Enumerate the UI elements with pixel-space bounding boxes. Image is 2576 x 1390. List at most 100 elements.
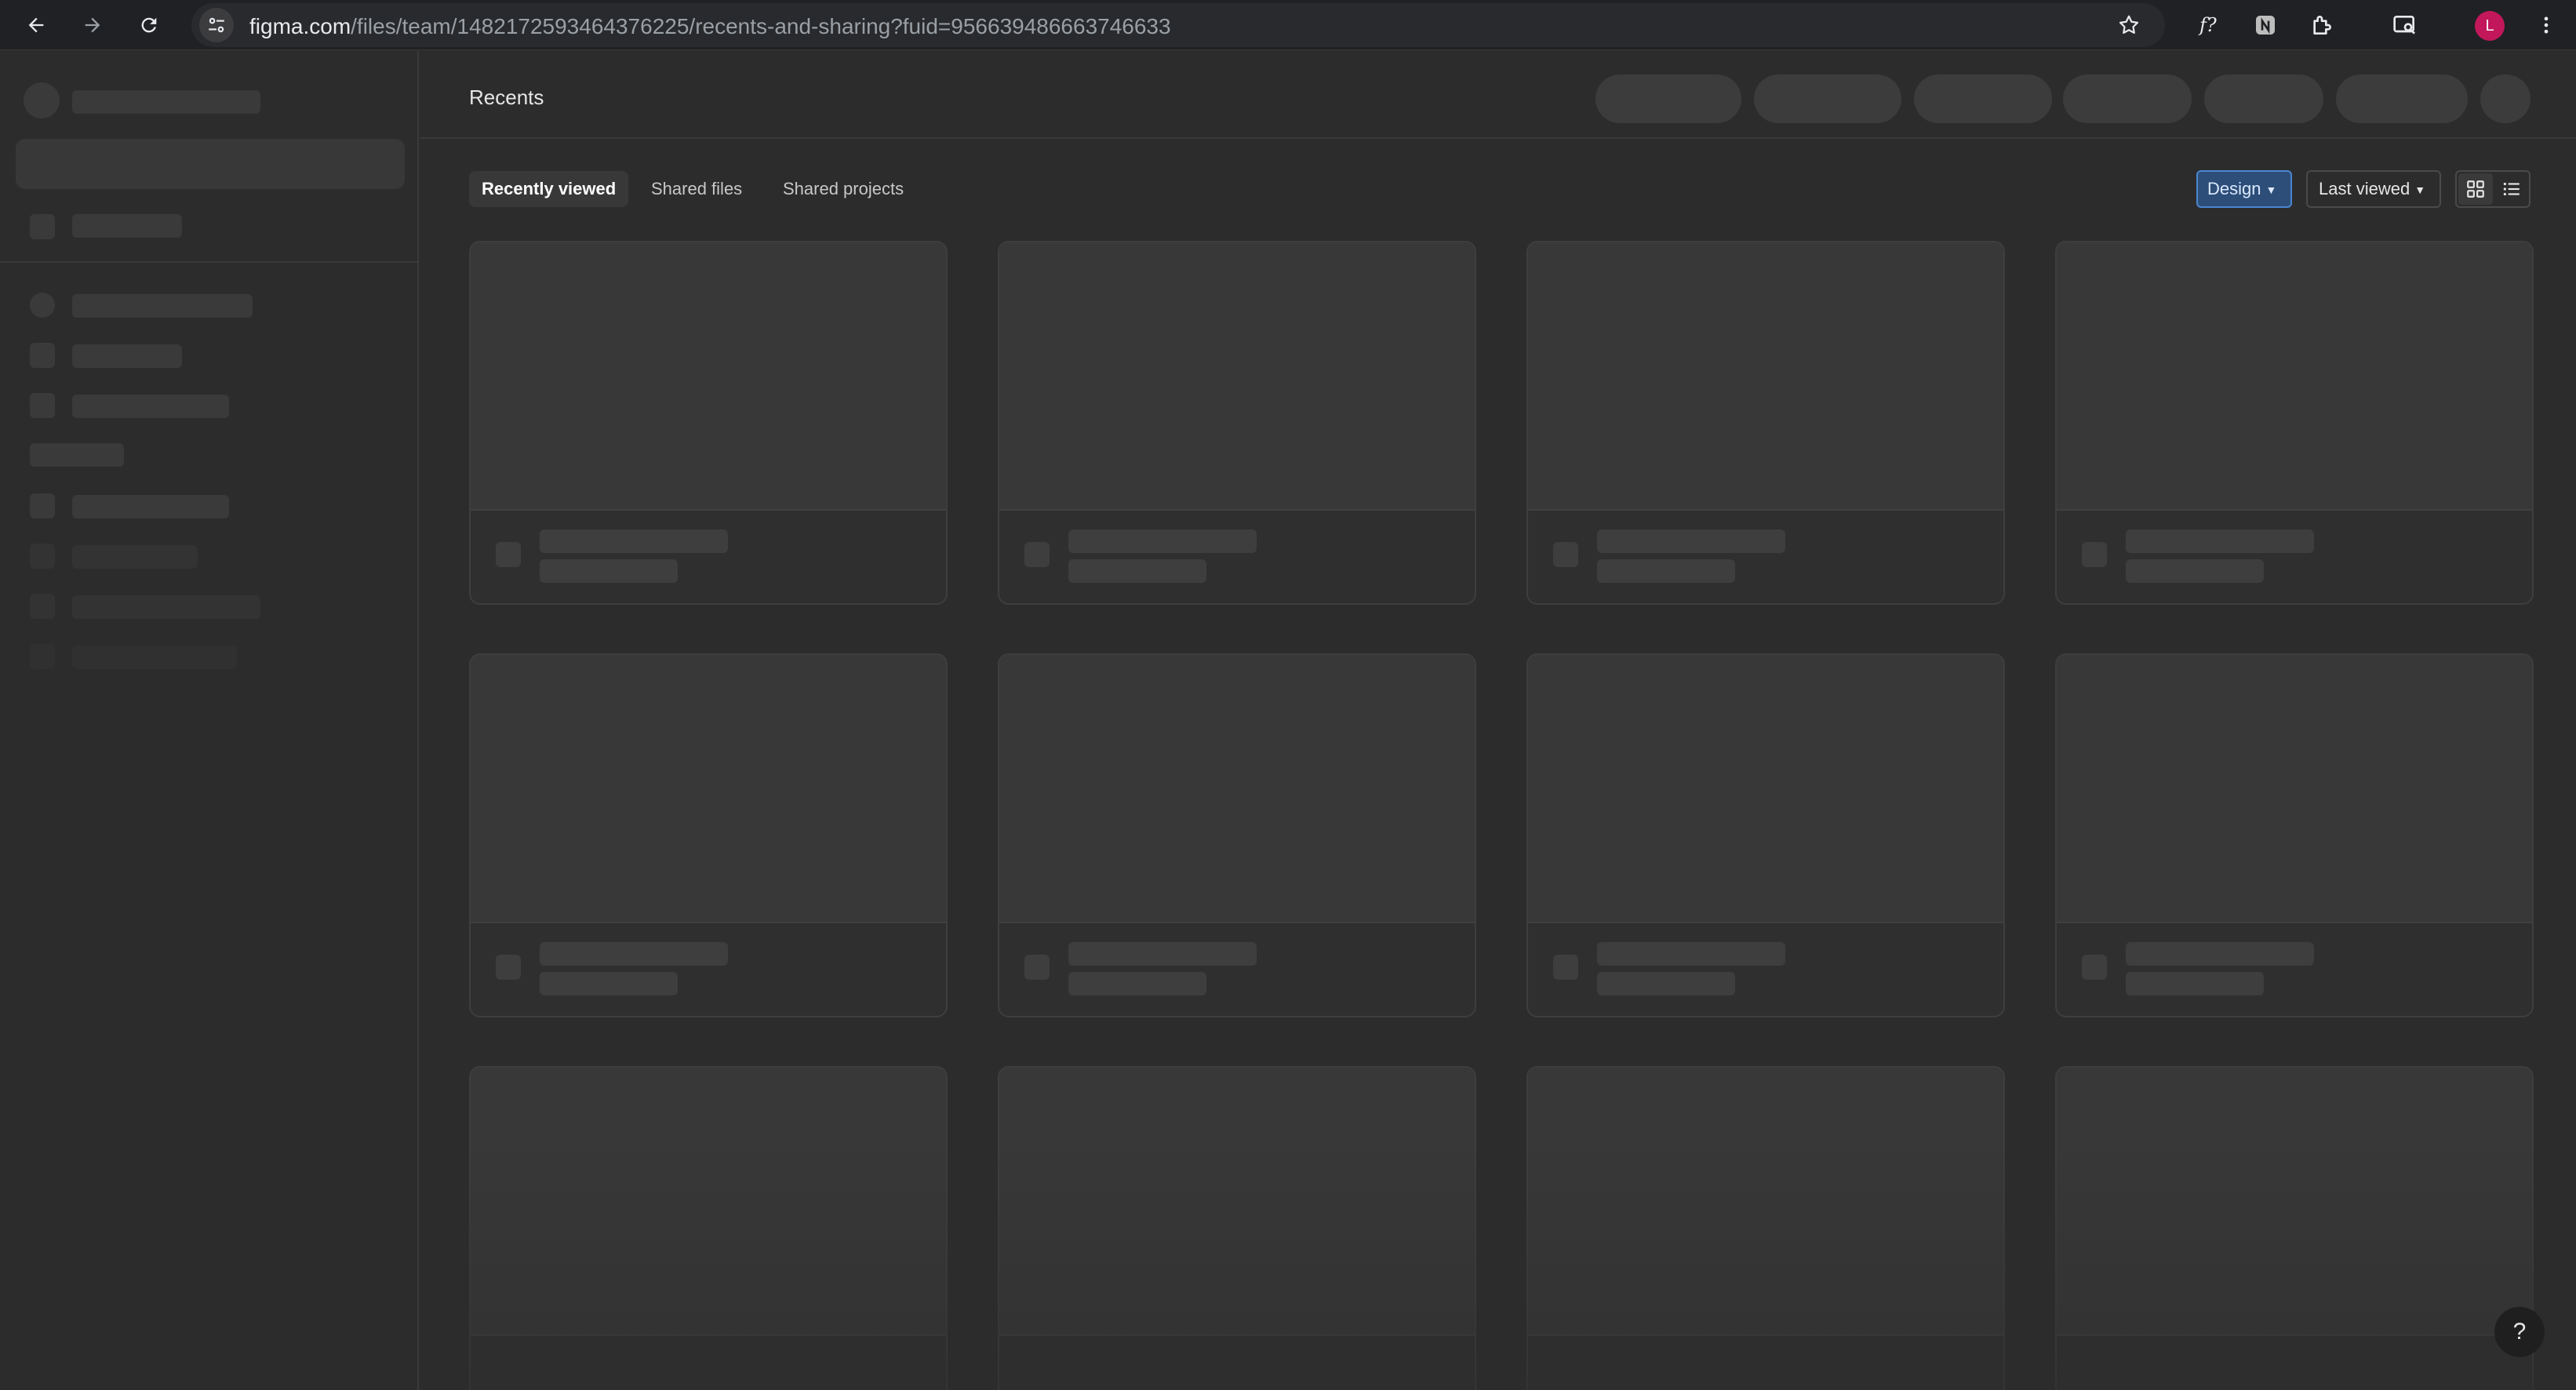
forward-arrow-icon[interactable] [75, 8, 110, 42]
grammar-extension-icon[interactable] [2248, 8, 2283, 42]
profile-avatar[interactable]: L [2475, 11, 2505, 41]
file-card-skeleton[interactable] [469, 653, 948, 1017]
card-thumbnail [2057, 1068, 2532, 1336]
tab-shared-projects[interactable]: Shared projects [770, 171, 916, 207]
browser-toolbar: figma.com/files/team/1482172593464376225… [0, 0, 2576, 50]
card-thumbnail [1528, 242, 2003, 511]
skeleton-icon [30, 343, 55, 368]
card-thumbnail [1528, 1068, 2003, 1336]
figma-extension-icon[interactable]: f? [2192, 8, 2226, 42]
card-thumbnail [2057, 242, 2532, 511]
header-skeleton-pill [2204, 75, 2323, 123]
skeleton-icon [30, 644, 55, 669]
card-meta-placeholder [540, 559, 678, 583]
file-card-skeleton[interactable] [998, 653, 1476, 1017]
skeleton-line [72, 646, 237, 669]
tab-search-icon[interactable] [2388, 8, 2422, 42]
chevron-down-icon: ▼ [2265, 184, 2277, 197]
card-file-icon [1024, 542, 1050, 567]
card-title-placeholder [1068, 529, 1257, 553]
sort-dropdown[interactable]: Last viewed ▼ [2306, 170, 2441, 208]
header-skeleton-pill [1595, 75, 1741, 123]
card-file-icon [496, 542, 521, 567]
file-card-skeleton[interactable] [2055, 241, 2534, 605]
file-card-skeleton[interactable] [998, 1066, 1476, 1390]
site-info-icon[interactable] [199, 8, 234, 42]
help-button[interactable]: ? [2494, 1307, 2545, 1357]
bookmark-star-icon[interactable] [2112, 8, 2146, 42]
tab-shared-files[interactable]: Shared files [639, 171, 755, 207]
grid-view-icon[interactable] [2458, 173, 2493, 205]
chevron-down-icon: ▼ [2414, 184, 2426, 197]
card-file-icon [2082, 542, 2107, 567]
card-title-placeholder [540, 529, 728, 553]
skeleton-icon [30, 214, 55, 239]
skeleton-line [30, 443, 124, 467]
skeleton-line [72, 545, 198, 569]
skeleton-search [16, 139, 405, 189]
file-card-skeleton[interactable] [1526, 241, 2005, 605]
card-thumbnail [471, 655, 946, 923]
figma-app: Recents Recently viewed Shared files Sha… [0, 51, 2576, 1390]
skeleton-avatar [24, 82, 60, 118]
reload-icon[interactable] [132, 8, 166, 42]
back-arrow-icon[interactable] [19, 8, 53, 42]
card-title-placeholder [540, 942, 728, 966]
header-skeleton-pill [1914, 75, 2052, 123]
skeleton-line [72, 495, 229, 519]
file-card-skeleton[interactable] [469, 241, 948, 605]
file-card-skeleton[interactable] [2055, 653, 2534, 1017]
address-bar[interactable]: figma.com/files/team/1482172593464376225… [191, 3, 2165, 47]
skeleton-icon [30, 594, 55, 619]
skeleton-line [72, 595, 260, 619]
card-meta-placeholder [1068, 559, 1206, 583]
card-meta-placeholder [1597, 559, 1735, 583]
file-card-skeleton[interactable] [2055, 1066, 2534, 1390]
card-meta-placeholder [2126, 972, 2264, 995]
file-type-filter-dropdown[interactable]: Design ▼ [2196, 170, 2292, 208]
kebab-menu-icon[interactable] [2529, 8, 2563, 42]
skeleton-icon [30, 544, 55, 569]
card-title-placeholder [1068, 942, 1257, 966]
skeleton-line [72, 344, 182, 368]
header-skeleton-pill [1754, 75, 1901, 123]
header-skeleton-pill [2063, 75, 2192, 123]
file-card-skeleton[interactable] [1526, 653, 2005, 1017]
extensions-puzzle-icon[interactable] [2305, 8, 2339, 42]
sidebar-divider [0, 261, 417, 263]
card-thumbnail [999, 242, 1475, 511]
filter-label: Design [2207, 179, 2261, 198]
card-file-icon [2082, 955, 2107, 980]
card-file-icon [1553, 955, 1578, 980]
card-meta-placeholder [1597, 972, 1735, 995]
card-meta-placeholder [1068, 972, 1206, 995]
page-title: Recents [469, 86, 544, 109]
header-skeleton-avatar [2480, 75, 2531, 123]
url-host: figma.com [249, 14, 351, 38]
sort-label: Last viewed [2319, 179, 2410, 198]
file-card-skeleton[interactable] [998, 241, 1476, 605]
card-file-icon [1024, 955, 1050, 980]
main-content: Recents Recently viewed Shared files Sha… [420, 51, 2576, 1390]
card-thumbnail [471, 242, 946, 511]
card-meta-placeholder [2126, 559, 2264, 583]
card-thumbnail [471, 1068, 946, 1336]
sidebar-skeleton [0, 51, 419, 1390]
skeleton-line [72, 214, 182, 238]
card-thumbnail [2057, 655, 2532, 923]
tab-recently-viewed[interactable]: Recently viewed [469, 171, 629, 207]
skeleton-line [72, 395, 229, 418]
view-mode-toggle [2455, 170, 2531, 208]
skeleton-icon [30, 493, 55, 519]
url-text[interactable]: figma.com/files/team/1482172593464376225… [249, 14, 1171, 39]
card-thumbnail [999, 655, 1475, 923]
card-thumbnail [999, 1068, 1475, 1336]
card-title-placeholder [2126, 942, 2314, 966]
file-card-skeleton[interactable] [1526, 1066, 2005, 1390]
card-title-placeholder [1597, 942, 1785, 966]
file-card-skeleton[interactable] [469, 1066, 948, 1390]
list-view-icon[interactable] [2494, 173, 2529, 205]
card-file-icon [496, 955, 521, 980]
card-title-placeholder [1597, 529, 1785, 553]
card-title-placeholder [2126, 529, 2314, 553]
